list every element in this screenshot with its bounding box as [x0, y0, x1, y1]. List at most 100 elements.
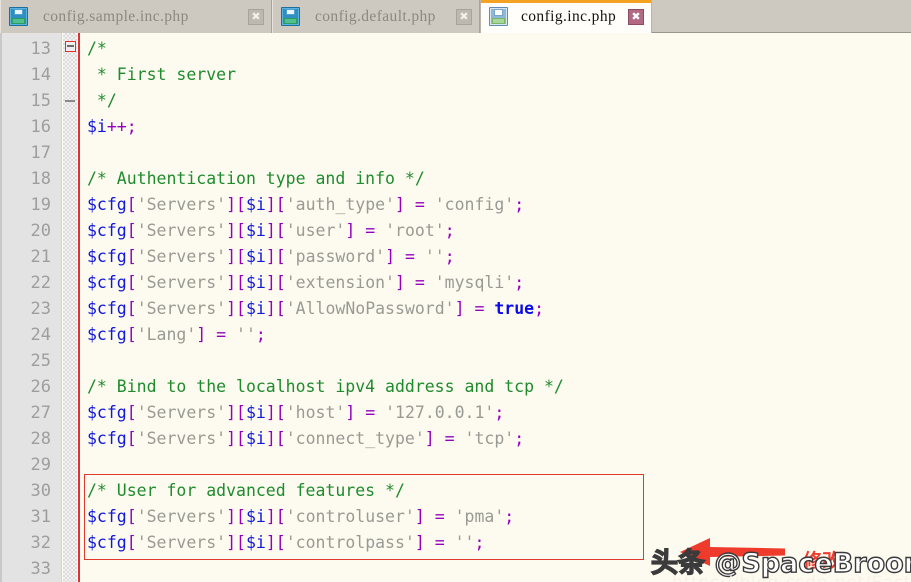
token-str: '': [236, 325, 256, 344]
token-pl: [425, 195, 435, 214]
code-line[interactable]: $cfg['Lang'] = '';: [87, 322, 266, 348]
token-str: 'AllowNoPassword': [286, 299, 455, 318]
code-line[interactable]: /* User for advanced features */: [87, 478, 405, 504]
code-text-area[interactable]: /* * First server */$i++; /* Authenticat…: [80, 33, 911, 582]
line-number: 19: [7, 192, 51, 218]
token-op: [: [127, 299, 137, 318]
code-line[interactable]: $cfg['Servers'][$i]['host'] = '127.0.0.1…: [87, 400, 504, 426]
tab-config-default-php[interactable]: config.default.php ✖: [272, 0, 480, 33]
tab-label: config.inc.php: [521, 8, 621, 26]
token-str: 'Lang': [137, 325, 197, 344]
token-str: '127.0.0.1': [385, 403, 494, 422]
floppy-shutter: [286, 9, 295, 15]
line-number: 20: [7, 218, 51, 244]
token-op: ;: [514, 273, 524, 292]
tab-config-sample-inc-php[interactable]: config.sample.inc.php✖: [0, 0, 272, 33]
token-str: 'Servers': [137, 429, 226, 448]
token-op: =: [415, 195, 425, 214]
code-editor[interactable]: 1314151617181920212223242526272829303132…: [0, 33, 911, 582]
token-str: 'tcp': [465, 429, 515, 448]
token-op: ][: [266, 273, 286, 292]
fold-collapse-icon[interactable]: [65, 41, 76, 52]
close-icon[interactable]: ✖: [248, 9, 264, 25]
token-op: ++;: [107, 117, 137, 136]
token-var: $cfg: [87, 221, 127, 240]
token-op: =: [365, 403, 375, 422]
token-op: [: [127, 507, 137, 526]
floppy-disk-icon: [489, 7, 508, 26]
token-str: 'root': [385, 221, 445, 240]
code-line[interactable]: */: [87, 88, 117, 114]
token-var: $cfg: [87, 247, 127, 266]
token-pl: [395, 247, 405, 266]
line-number: 22: [7, 270, 51, 296]
code-line[interactable]: * First server: [87, 62, 236, 88]
code-line[interactable]: $cfg['Servers'][$i]['extension'] = 'mysq…: [87, 270, 524, 296]
tab-label: config.default.php: [315, 8, 449, 26]
token-pl: [484, 299, 494, 318]
token-str: 'controlpass': [286, 533, 415, 552]
floppy-label: [12, 18, 25, 24]
line-number-gutter: 1314151617181920212223242526272829303132…: [0, 33, 62, 582]
line-number: 29: [7, 452, 51, 478]
token-var: $i: [246, 195, 266, 214]
code-line[interactable]: $cfg['Servers'][$i]['auth_type'] = 'conf…: [87, 192, 524, 218]
code-line[interactable]: $cfg['Servers'][$i]['controluser'] = 'pm…: [87, 504, 514, 530]
line-number: 13: [7, 36, 51, 62]
token-pl: [405, 273, 415, 292]
fold-margin[interactable]: [63, 33, 77, 582]
code-line[interactable]: [87, 140, 97, 166]
token-op: [: [127, 429, 137, 448]
token-op: ][: [226, 403, 246, 422]
line-number: 33: [7, 556, 51, 582]
token-op: ]: [345, 221, 355, 240]
token-op: ;: [534, 299, 544, 318]
token-op: ][: [226, 195, 246, 214]
code-line[interactable]: $i++;: [87, 114, 137, 140]
token-pl: [425, 273, 435, 292]
token-op: ]: [385, 247, 395, 266]
close-icon[interactable]: ✖: [456, 9, 472, 25]
code-line[interactable]: /*: [87, 36, 107, 62]
token-op: ;: [256, 325, 266, 344]
code-line[interactable]: $cfg['Servers'][$i]['user'] = 'root';: [87, 218, 455, 244]
code-line[interactable]: [87, 452, 97, 478]
line-number: 31: [7, 504, 51, 530]
code-line[interactable]: $cfg['Servers'][$i]['AllowNoPassword'] =…: [87, 296, 544, 322]
close-icon[interactable]: ✖: [628, 9, 644, 25]
token-var: $i: [246, 221, 266, 240]
code-line[interactable]: $cfg['Servers'][$i]['password'] = '';: [87, 244, 455, 270]
token-op: ]: [415, 533, 425, 552]
token-str: 'Servers': [137, 273, 226, 292]
token-op: ][: [226, 273, 246, 292]
token-pl: [425, 507, 435, 526]
token-op: [: [127, 273, 137, 292]
code-line[interactable]: /* Bind to the localhost ipv4 address an…: [87, 374, 564, 400]
token-pl: [226, 325, 236, 344]
token-var: $i: [246, 403, 266, 422]
token-var: $i: [246, 273, 266, 292]
code-line[interactable]: [87, 348, 97, 374]
line-number: 24: [7, 322, 51, 348]
token-op: [: [127, 403, 137, 422]
token-op: ][: [226, 507, 246, 526]
token-op: ;: [494, 403, 504, 422]
code-line[interactable]: $cfg['Servers'][$i]['connect_type'] = 't…: [87, 426, 524, 452]
token-op: ][: [266, 221, 286, 240]
fold-end-icon: [65, 100, 75, 102]
code-line[interactable]: /* Authentication type and info */: [87, 166, 425, 192]
token-op: ;: [514, 429, 524, 448]
token-op: ;: [445, 221, 455, 240]
line-number: 27: [7, 400, 51, 426]
token-var: $cfg: [87, 195, 127, 214]
code-line[interactable]: $cfg['Servers'][$i]['controlpass'] = '';: [87, 530, 484, 556]
token-op: [: [127, 221, 137, 240]
tab-config-inc-php[interactable]: config.inc.php ✖: [480, 0, 652, 33]
token-var: $i: [246, 299, 266, 318]
token-str: 'mysqli': [435, 273, 514, 292]
code-line[interactable]: [87, 556, 97, 582]
token-op: ][: [266, 299, 286, 318]
token-str: 'Servers': [137, 221, 226, 240]
token-str: 'Servers': [137, 299, 226, 318]
token-str: 'Servers': [137, 533, 226, 552]
